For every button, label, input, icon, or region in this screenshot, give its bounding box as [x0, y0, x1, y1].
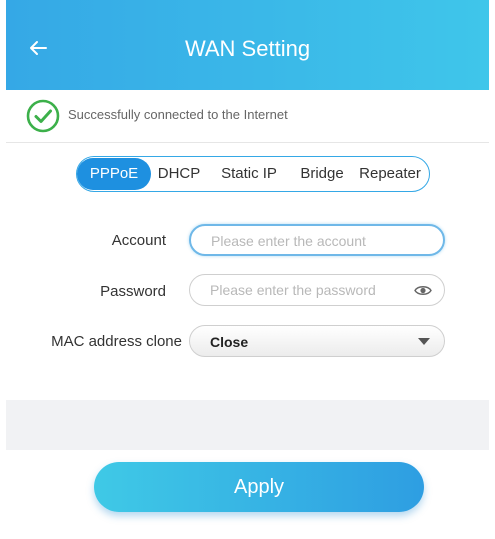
- tab-static-ip[interactable]: Static IP: [207, 158, 291, 190]
- tab-pppoe[interactable]: PPPoE: [77, 158, 151, 190]
- account-field-wrapper: [189, 224, 445, 256]
- page-title: WAN Setting: [184, 36, 311, 61]
- section-divider: [6, 400, 489, 450]
- mac-clone-select[interactable]: Close: [189, 325, 445, 357]
- caret-down-icon: [418, 338, 430, 345]
- check-circle-icon: [26, 99, 60, 133]
- connection-type-tabs: PPPoE DHCP Static IP Bridge Repeater: [76, 156, 430, 192]
- tab-dhcp[interactable]: DHCP: [151, 158, 207, 190]
- account-label: Account: [111, 232, 166, 249]
- status-text: Successfully connected to the Internet: [68, 107, 288, 122]
- header-bar: WAN Setting: [6, 0, 489, 90]
- tab-bridge[interactable]: Bridge: [291, 158, 353, 190]
- password-label: Password: [100, 283, 166, 300]
- apply-button[interactable]: Apply: [94, 462, 424, 512]
- connection-status: Successfully connected to the Internet: [6, 90, 489, 143]
- tab-repeater[interactable]: Repeater: [353, 158, 427, 190]
- account-input[interactable]: [211, 226, 411, 256]
- mac-clone-value: Close: [210, 334, 249, 350]
- wan-setting-screen: WAN Setting Successfully connected to th…: [6, 0, 489, 539]
- mac-clone-label: MAC address clone: [51, 333, 182, 350]
- password-field-wrapper: [189, 274, 445, 306]
- password-input[interactable]: [210, 275, 410, 305]
- eye-icon[interactable]: [414, 284, 432, 297]
